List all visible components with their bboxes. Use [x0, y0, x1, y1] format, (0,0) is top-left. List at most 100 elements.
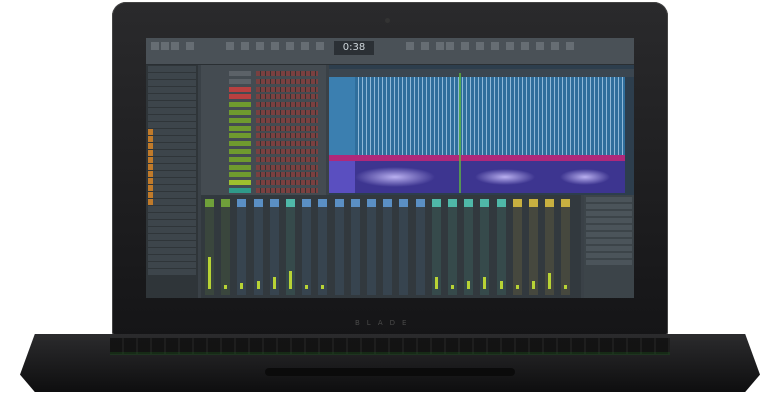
fx-slot[interactable]	[586, 253, 632, 258]
browser-item[interactable]	[148, 206, 196, 212]
channel-button[interactable]	[229, 86, 251, 92]
mixer-track[interactable]	[448, 199, 457, 295]
browser-item[interactable]	[148, 66, 196, 72]
toolbar-button[interactable]	[436, 42, 444, 50]
browser-item[interactable]	[148, 108, 196, 114]
drum-pattern-clips[interactable]	[355, 77, 625, 155]
browser-item[interactable]	[148, 164, 196, 170]
browser-item[interactable]	[148, 199, 196, 205]
step-sequencer-row[interactable]	[256, 133, 318, 139]
channel-button[interactable]	[229, 71, 251, 76]
browser-item[interactable]	[148, 227, 196, 233]
channel-button[interactable]	[229, 102, 251, 108]
track-header-vocal[interactable]	[329, 161, 355, 193]
toolbar-button[interactable]	[171, 42, 179, 50]
channel-button[interactable]	[229, 164, 251, 170]
channel-button[interactable]	[229, 156, 251, 162]
step-sequencer-row[interactable]	[256, 117, 318, 123]
mixer-track-header[interactable]	[415, 199, 425, 207]
playlist[interactable]	[329, 65, 634, 195]
mixer-track-header[interactable]	[480, 199, 490, 207]
fx-slot[interactable]	[586, 232, 632, 237]
channel-button[interactable]	[229, 133, 251, 139]
toolbar-button[interactable]	[186, 42, 194, 50]
step-sequencer-row[interactable]	[256, 86, 318, 92]
browser-item[interactable]	[148, 178, 196, 184]
mixer-track-header[interactable]	[350, 199, 360, 207]
browser-item[interactable]	[148, 87, 196, 93]
mixer-track[interactable]	[480, 199, 490, 295]
mixer-track-header[interactable]	[318, 199, 328, 207]
step-sequencer-row[interactable]	[256, 141, 318, 147]
toolbar-button[interactable]	[461, 42, 469, 50]
mixer-fx-slots[interactable]	[584, 195, 634, 298]
mixer-track-header[interactable]	[512, 199, 522, 207]
toolbar-button[interactable]	[271, 42, 279, 50]
playhead[interactable]	[459, 73, 461, 193]
browser-item[interactable]	[148, 136, 196, 142]
mixer-track[interactable]	[269, 199, 279, 295]
toolbar-button[interactable]	[566, 42, 574, 50]
step-sequencer-row[interactable]	[256, 172, 318, 178]
toolbar-button[interactable]	[551, 42, 559, 50]
browser-item[interactable]	[148, 80, 196, 86]
mixer-track[interactable]	[205, 199, 214, 295]
toolbar-button[interactable]	[286, 42, 294, 50]
mixer-track-header[interactable]	[431, 199, 441, 207]
channel-button[interactable]	[229, 125, 251, 131]
fx-slot[interactable]	[586, 246, 632, 251]
step-sequencer-row[interactable]	[256, 71, 318, 76]
mixer-track[interactable]	[512, 199, 522, 295]
step-sequencer-row[interactable]	[256, 125, 318, 131]
mixer-track[interactable]	[464, 199, 474, 295]
channel-button[interactable]	[229, 141, 251, 147]
browser-item[interactable]	[148, 248, 196, 254]
fx-slot[interactable]	[586, 197, 632, 202]
toolbar-button[interactable]	[476, 42, 484, 50]
mixer[interactable]	[201, 195, 581, 298]
browser-item[interactable]	[148, 101, 196, 107]
channel-button[interactable]	[229, 188, 251, 193]
browser-item[interactable]	[148, 262, 196, 268]
toolbar-button[interactable]	[521, 42, 529, 50]
toolbar-button[interactable]	[446, 42, 454, 50]
mixer-track-header[interactable]	[367, 199, 376, 207]
mixer-track-header[interactable]	[253, 199, 263, 207]
file-browser[interactable]	[146, 65, 198, 298]
mixer-track[interactable]	[237, 199, 247, 295]
browser-item[interactable]	[148, 269, 196, 275]
browser-item[interactable]	[148, 129, 196, 135]
browser-item[interactable]	[148, 94, 196, 100]
browser-item[interactable]	[148, 73, 196, 79]
toolbar-button[interactable]	[316, 42, 324, 50]
toolbar-button[interactable]	[256, 42, 264, 50]
step-sequencer-row[interactable]	[256, 156, 318, 162]
channel-button[interactable]	[229, 180, 251, 186]
mixer-track-header[interactable]	[561, 199, 571, 207]
toolbar-button[interactable]	[151, 42, 159, 50]
mixer-track[interactable]	[561, 199, 571, 295]
step-sequencer-row[interactable]	[256, 110, 318, 115]
step-sequencer-row[interactable]	[256, 164, 318, 170]
browser-item[interactable]	[148, 143, 196, 149]
mixer-track-header[interactable]	[383, 199, 393, 207]
toolbar-button[interactable]	[226, 42, 234, 50]
track-header-drums[interactable]	[329, 77, 355, 155]
fx-slot[interactable]	[586, 211, 632, 216]
browser-item[interactable]	[148, 157, 196, 163]
fx-slot[interactable]	[586, 204, 632, 209]
mixer-track[interactable]	[496, 199, 506, 295]
channel-button[interactable]	[229, 172, 251, 178]
browser-item[interactable]	[148, 115, 196, 121]
mixer-track-header[interactable]	[399, 199, 409, 207]
step-sequencer-row[interactable]	[256, 78, 318, 84]
mixer-track[interactable]	[367, 199, 376, 295]
mixer-track[interactable]	[318, 199, 328, 295]
playlist-timeline[interactable]	[329, 69, 634, 77]
browser-item[interactable]	[148, 192, 196, 198]
mixer-track[interactable]	[415, 199, 425, 295]
step-sequencer-row[interactable]	[256, 94, 318, 100]
step-sequencer-row[interactable]	[256, 180, 318, 186]
channel-button[interactable]	[229, 94, 251, 100]
toolbar-button[interactable]	[421, 42, 429, 50]
